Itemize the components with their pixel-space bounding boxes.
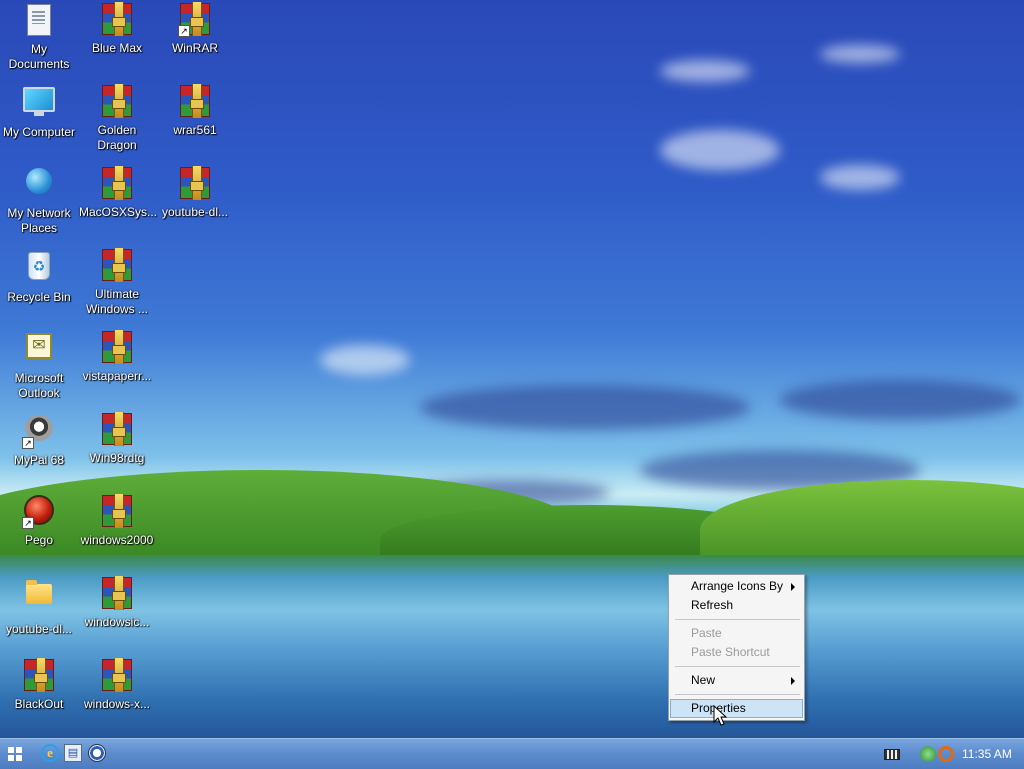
icon-label: youtube-dl... [161,205,229,219]
cloud [820,165,900,190]
desktop-context-menu: Arrange Icons By Refresh Paste Paste Sho… [668,574,805,721]
rar-archive-icon [102,330,132,364]
cloud [320,345,410,375]
cloud [780,380,1020,420]
explorer-icon[interactable]: ▤ [64,744,82,762]
taskbar: e ▤ 11:35 AM [0,738,1024,769]
menu-item-properties[interactable]: Properties [670,699,803,718]
desktop-icon-microsoft-outlook[interactable]: ✉ Microsoft Outlook [0,330,78,401]
rar-archive-icon [102,248,132,282]
rar-archive-icon [24,658,54,692]
desktop-icon-blackout[interactable]: BlackOut [0,658,78,712]
taskbar-clock[interactable]: 11:35 AM [962,739,1012,769]
internet-explorer-icon[interactable]: e [41,744,59,762]
icon-label: Ultimate Windows ... [85,287,148,316]
desktop-icon-golden-dragon[interactable]: Golden Dragon [78,84,156,153]
network-icon[interactable] [920,746,936,762]
desktop-icon-win98rdtg[interactable]: Win98rdtg [78,412,156,466]
menu-separator [675,619,800,620]
icon-label: Recycle Bin [7,290,71,304]
icon-label: windows2000 [80,533,154,547]
desktop-icon-my-network-places[interactable]: My Network Places [0,166,78,236]
recycle-bin-icon: ♻ [28,252,50,280]
shortcut-arrow-icon: ↗ [178,25,190,37]
globe-icon [26,168,52,194]
desktop-icon-ultimate-windows[interactable]: Ultimate Windows ... [78,248,156,317]
outlook-icon: ✉ [26,333,52,359]
menu-item-label: New [691,673,716,687]
desktop-icon-my-computer[interactable]: My Computer [0,84,78,140]
icon-label: Pego [24,533,54,547]
icon-label: MyPal 68 [13,453,65,467]
mouse-cursor-icon [713,705,727,726]
rar-archive-icon [102,2,132,36]
rar-archive-icon [102,166,132,200]
menu-item-arrange-icons-by[interactable]: Arrange Icons By [671,577,802,596]
menu-item-label: Paste Shortcut [691,645,770,659]
cloud [420,385,750,430]
desktop-icon-youtube-dl-folder[interactable]: youtube-dl... [0,576,78,637]
menu-item-label: Refresh [691,598,734,612]
desktop-icon-youtube-dl-archive[interactable]: youtube-dl... [156,166,234,220]
windows-logo-icon[interactable] [8,747,22,761]
submenu-arrow-icon [791,583,795,591]
icon-label: Win98rdtg [89,451,145,465]
document-icon [27,4,51,36]
desktop-icon-recycle-bin[interactable]: ♻ Recycle Bin [0,248,78,305]
icon-label: WinRAR [171,41,218,55]
shortcut-arrow-icon: ↗ [22,437,34,449]
rar-archive-icon [102,84,132,118]
desktop-wallpaper[interactable]: My Documents My Computer My Network Plac… [0,0,1024,738]
menu-item-label: Arrange Icons By [691,579,784,593]
icon-label: Golden Dragon [97,123,137,152]
icon-label: My Network Places [7,206,71,235]
rar-archive-icon [102,412,132,446]
rar-archive-icon [180,84,210,118]
desktop-icon-mypal-68[interactable]: ↗ MyPal 68 [0,412,78,468]
shortcut-arrow-icon: ↗ [22,517,34,529]
menu-item-paste-shortcut[interactable]: Paste Shortcut [671,643,802,662]
rar-archive-icon [102,494,132,528]
desktop-icon-vistapaperr[interactable]: vistapaperr... [78,330,156,384]
monitor-icon [23,87,55,116]
menu-item-paste[interactable]: Paste [671,624,802,643]
menu-item-refresh[interactable]: Refresh [671,596,802,615]
desktop-icon-windows2000[interactable]: windows2000 [78,494,156,548]
menu-item-new[interactable]: New [671,671,802,690]
desktop-icon-winrar[interactable]: ↗ WinRAR [156,2,234,56]
menu-separator [675,666,800,667]
desktop-icon-macosxsys[interactable]: MacOSXSys... [78,166,158,220]
icon-label: Microsoft Outlook [14,371,64,400]
rar-archive-icon [180,166,210,200]
desktop-icon-my-documents[interactable]: My Documents [0,2,78,72]
icon-label: BlackOut [14,697,64,711]
icon-label: wrar561 [173,123,217,137]
icon-label: My Documents [8,42,70,71]
desktop-icon-blue-max[interactable]: Blue Max [78,2,156,56]
desktop-icon-windowsic[interactable]: windowsic... [78,576,156,630]
icon-label: windows-x... [83,697,151,711]
icon-label: windowsic... [84,615,150,629]
icon-label: youtube-dl... [5,622,73,636]
desktop-icon-pego[interactable]: ↗ Pego [0,494,78,548]
keyboard-icon[interactable] [884,749,900,760]
rar-archive-icon [102,576,132,610]
icon-label: My Computer [2,125,76,139]
rar-archive-icon [102,658,132,692]
cloud [820,45,900,63]
media-player-icon[interactable] [88,744,106,762]
submenu-arrow-icon [791,677,795,685]
icon-label: MacOSXSys... [79,205,158,219]
desktop-icon-windows-x[interactable]: windows-x... [78,658,156,712]
icon-label: vistapaperr... [82,369,152,383]
menu-separator [675,694,800,695]
search-icon[interactable] [938,746,954,762]
cloud [660,130,780,170]
folder-icon [26,580,52,604]
desktop-icon-wrar561[interactable]: wrar561 [156,84,234,138]
cloud [660,60,750,82]
menu-item-label: Paste [691,626,722,640]
icon-label: Blue Max [91,41,143,55]
